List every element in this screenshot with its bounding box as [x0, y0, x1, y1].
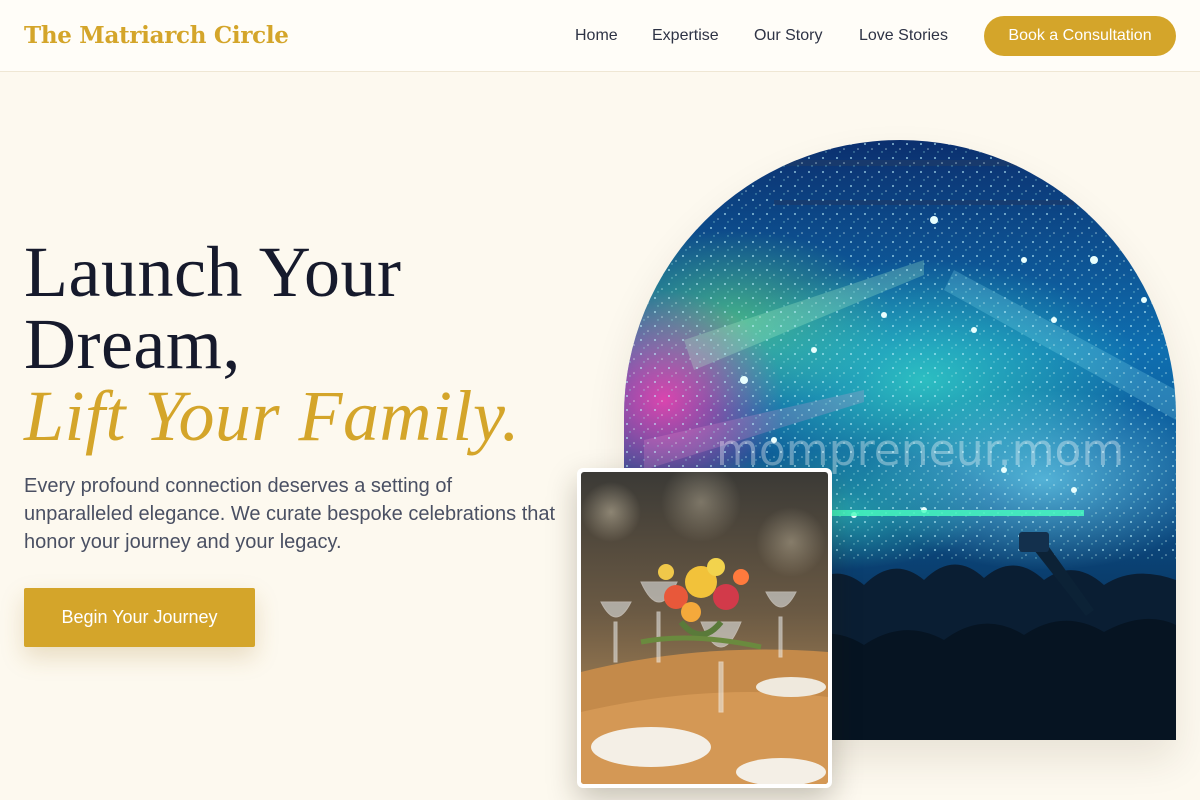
- table-illustration: [581, 472, 828, 784]
- brand-logo[interactable]: The Matriarch Circle: [24, 22, 289, 49]
- hero-title-accent: Lift Your Family.: [24, 376, 520, 456]
- nav-expertise-link[interactable]: Expertise: [652, 27, 719, 45]
- hero-subtext: Every profound connection deserves a set…: [24, 475, 556, 553]
- site-header: The Matriarch Circle Home Expertise Our …: [0, 0, 1200, 72]
- book-consultation-button[interactable]: Book a Consultation: [984, 16, 1176, 56]
- begin-journey-button[interactable]: Begin Your Journey: [24, 588, 255, 647]
- hero-title-line-2: Dream,: [24, 304, 241, 384]
- nav-our-story-link[interactable]: Our Story: [754, 27, 822, 45]
- hero-title-line-1: Launch Your: [24, 232, 402, 312]
- nav-love-stories-link[interactable]: Love Stories: [859, 27, 948, 45]
- nav-home-link[interactable]: Home: [575, 27, 618, 45]
- table-setting-photo: [577, 468, 832, 788]
